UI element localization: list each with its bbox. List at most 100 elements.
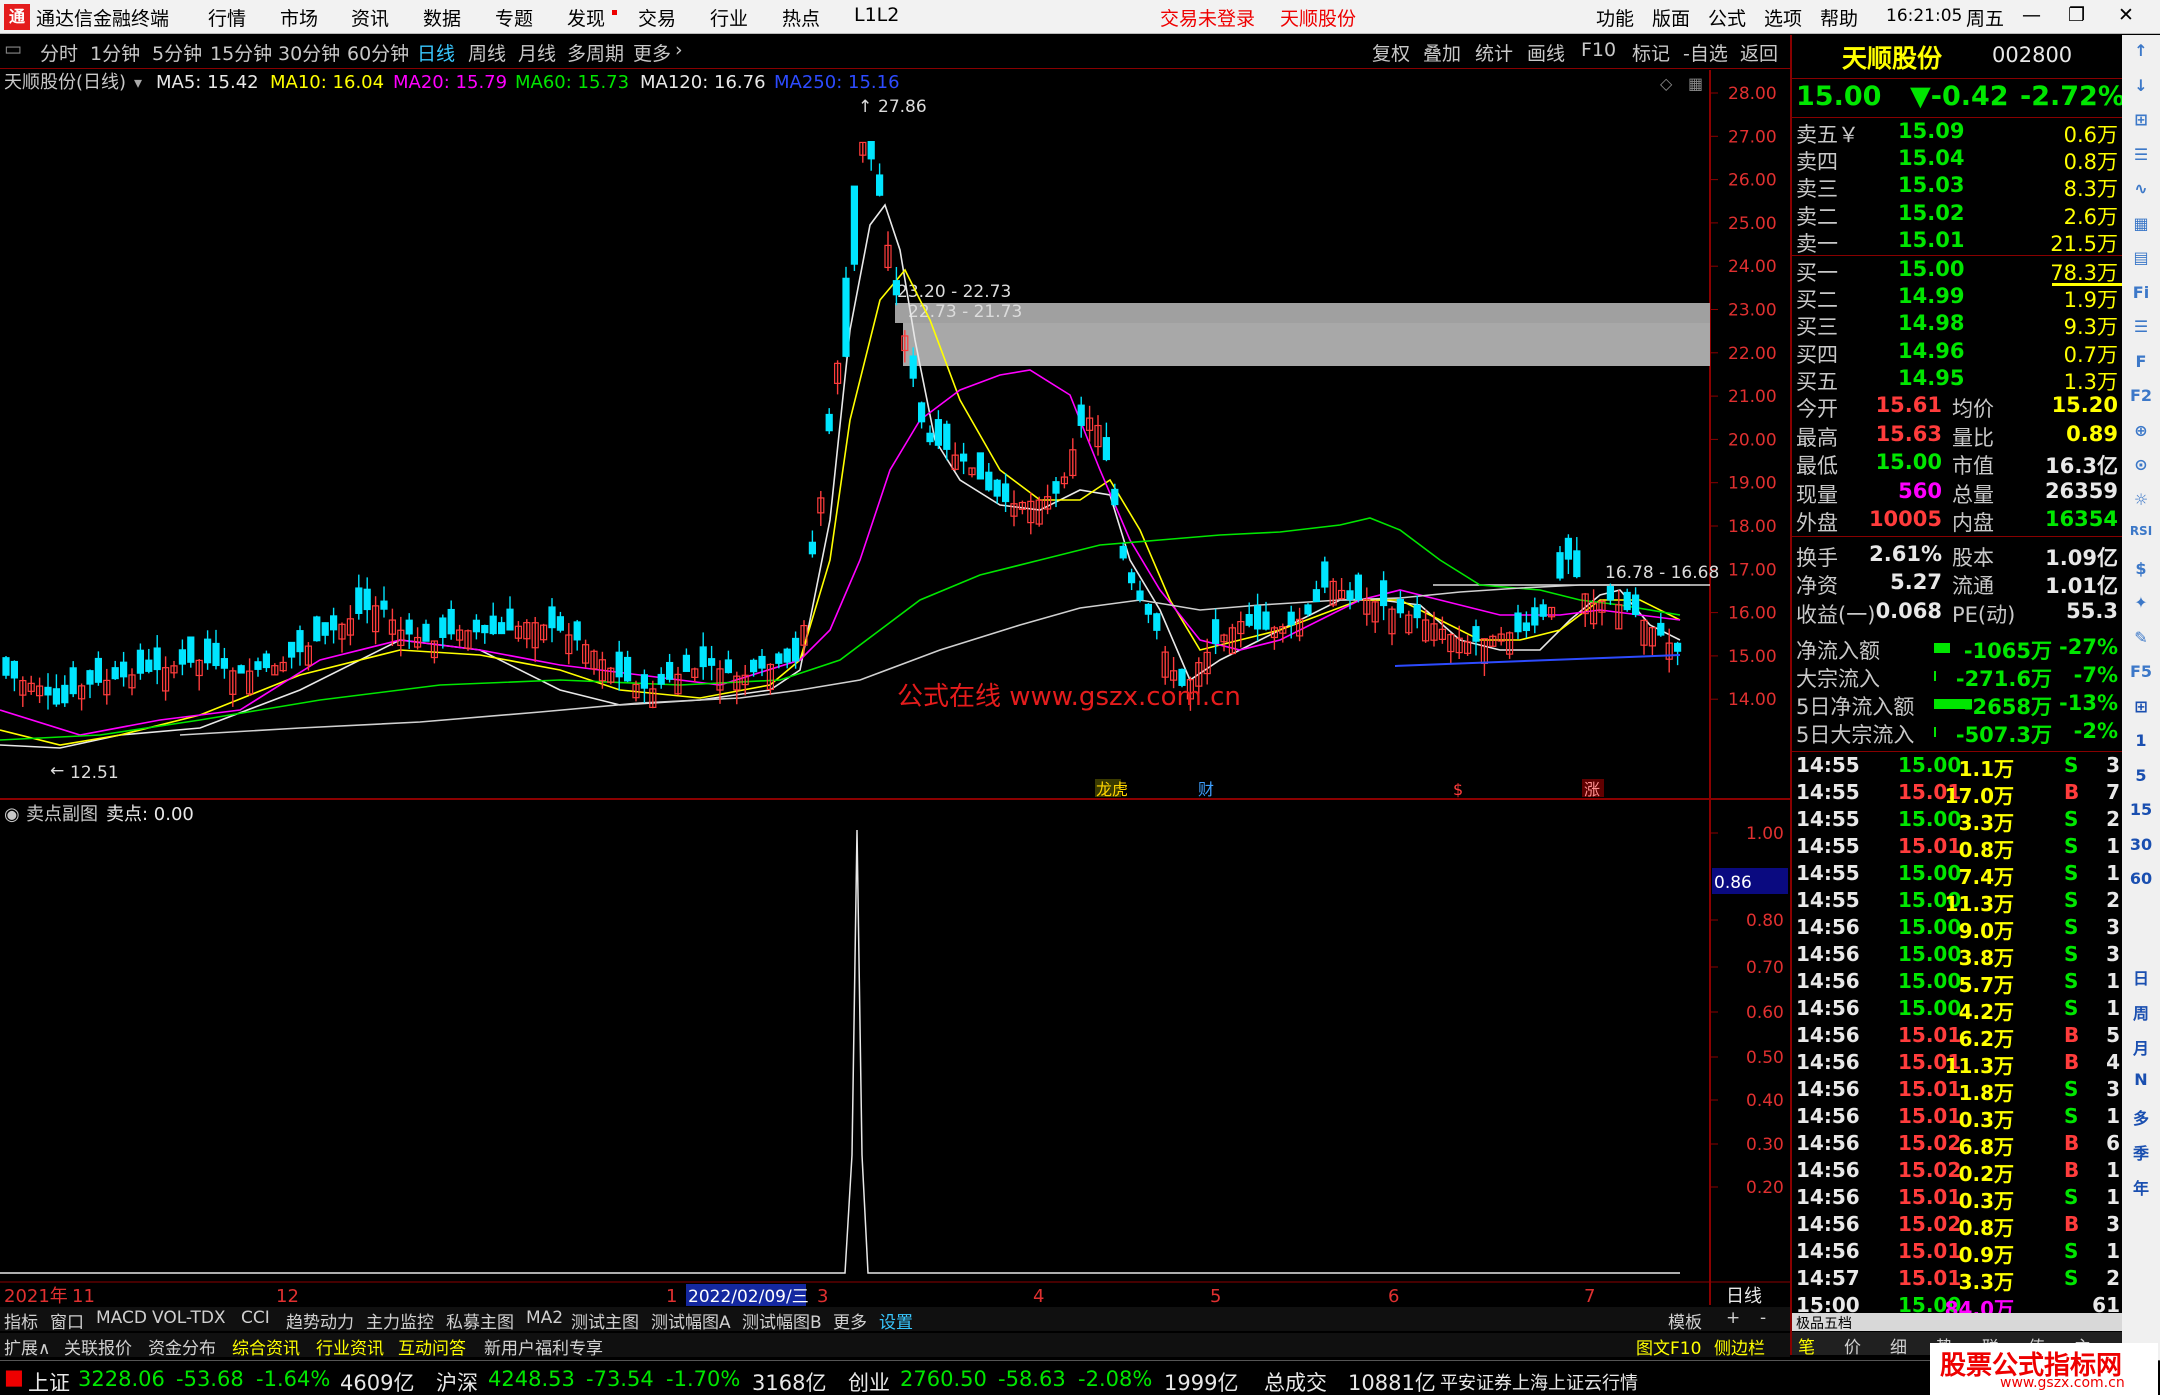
period-tab[interactable]: 60分钟 xyxy=(347,39,409,66)
side-icon[interactable]: 60 xyxy=(2122,869,2160,888)
indicator-tab[interactable]: VOL-TDX xyxy=(152,1308,226,1328)
side-icon[interactable]: ☼ xyxy=(2122,490,2160,509)
side-icon[interactable]: 周 xyxy=(2122,1000,2160,1024)
side-icon[interactable]: 月 xyxy=(2122,1035,2160,1059)
info-tab[interactable]: 扩展∧ xyxy=(4,1334,50,1359)
side-icon[interactable]: N xyxy=(2122,1070,2160,1089)
menu-item-topics[interactable]: 专题 xyxy=(495,4,533,31)
sh-label[interactable]: 上证 xyxy=(28,1367,70,1395)
side-icon[interactable]: ⊞ xyxy=(2122,697,2160,716)
template-control[interactable]: - xyxy=(1760,1308,1766,1328)
side-icon[interactable]: $ xyxy=(2122,559,2160,578)
orderbook-price[interactable]: 15.03 xyxy=(1898,173,1964,197)
side-icon[interactable]: F xyxy=(2122,352,2160,371)
menu-item-l1l2[interactable]: L1L2 xyxy=(854,4,899,26)
orderbook-price[interactable]: 15.00 xyxy=(1898,257,1964,281)
orderbook-price[interactable]: 14.98 xyxy=(1898,311,1964,335)
indicator-tab[interactable]: 更多 xyxy=(833,1308,867,1333)
indicator-tab[interactable]: 测试幅图A xyxy=(651,1308,731,1333)
menu-item-help[interactable]: 帮助 xyxy=(1820,4,1858,31)
side-icon[interactable]: F2 xyxy=(2122,386,2160,405)
minimize-icon[interactable]: — xyxy=(2022,4,2041,26)
cy-label[interactable]: 创业 xyxy=(848,1367,890,1395)
template-control[interactable]: 模板 xyxy=(1668,1308,1702,1333)
quote-tab[interactable]: 价 xyxy=(1844,1333,1861,1358)
info-tab[interactable]: 行业资讯 xyxy=(316,1334,384,1359)
period-tab[interactable]: 1分钟 xyxy=(90,39,140,66)
indicator-tab[interactable]: 设置 xyxy=(879,1308,913,1333)
indicator-tab[interactable]: 窗口 xyxy=(50,1308,84,1333)
info-tab[interactable]: 关联报价 xyxy=(64,1334,132,1359)
side-icon[interactable]: ✎ xyxy=(2122,628,2160,647)
watchlist-button[interactable]: -自选 xyxy=(1683,39,1728,66)
login-status[interactable]: 交易未登录 xyxy=(1160,4,1255,31)
period-tab[interactable]: 月线 xyxy=(518,39,556,66)
period-tab[interactable]: 5分钟 xyxy=(152,39,202,66)
side-icon[interactable]: F5 xyxy=(2122,662,2160,681)
side-icon[interactable]: 30 xyxy=(2122,835,2160,854)
indicator-tab[interactable]: 私募主图 xyxy=(446,1308,514,1333)
side-icon[interactable]: ▤ xyxy=(2122,248,2160,267)
info-tab[interactable]: 互动问答 xyxy=(398,1334,466,1359)
period-tab[interactable]: 分时 xyxy=(40,39,78,66)
f10-button[interactable]: F10 xyxy=(1581,39,1616,61)
side-icon[interactable]: 5 xyxy=(2122,766,2160,785)
menu-item-function[interactable]: 功能 xyxy=(1596,4,1634,31)
mark-button[interactable]: 标记 xyxy=(1632,39,1670,66)
indicator-tab[interactable]: MACD xyxy=(96,1308,147,1328)
indicator-tab[interactable]: 测试幅图B xyxy=(742,1308,822,1333)
info-tab[interactable]: 新用户福利专享 xyxy=(484,1334,603,1359)
info-tab-right[interactable]: 侧边栏 xyxy=(1714,1334,1765,1359)
orderbook-price[interactable]: 15.04 xyxy=(1898,146,1964,170)
menu-item-discover[interactable]: 发现 xyxy=(567,4,605,31)
side-icon[interactable]: ⊞ xyxy=(2122,110,2160,129)
chevron-right-icon[interactable]: › xyxy=(675,39,683,61)
draw-button[interactable]: 画线 xyxy=(1527,39,1565,66)
event-mark-finance[interactable]: 财 xyxy=(1198,780,1214,799)
indicator-tab[interactable]: 趋势动力 xyxy=(286,1308,354,1333)
side-icon[interactable]: RSI xyxy=(2122,524,2160,538)
side-icon[interactable]: ⊕ xyxy=(2122,421,2160,440)
indicator-tab[interactable]: 测试主图 xyxy=(571,1308,639,1333)
grid-icon[interactable]: ▦ xyxy=(1688,74,1703,93)
side-icon[interactable]: ☰ xyxy=(2122,145,2160,164)
close-icon[interactable]: ✕ xyxy=(2118,4,2134,26)
side-icon[interactable]: 15 xyxy=(2122,800,2160,819)
template-control[interactable]: + xyxy=(1726,1308,1740,1328)
overlay-button[interactable]: 叠加 xyxy=(1423,39,1461,66)
menu-item-formula[interactable]: 公式 xyxy=(1708,4,1746,31)
side-icon[interactable]: 日 xyxy=(2122,965,2160,989)
menu-item-layout[interactable]: 版面 xyxy=(1652,4,1690,31)
sub-dropdown-icon[interactable]: ◉ xyxy=(4,804,20,825)
side-icon[interactable]: ∿ xyxy=(2122,179,2160,198)
menu-item-market[interactable]: 市场 xyxy=(280,4,318,31)
event-mark-longhu[interactable]: 龙虎 xyxy=(1096,780,1128,799)
side-icon[interactable]: 年 xyxy=(2122,1175,2160,1199)
period-tab[interactable]: 多周期 xyxy=(567,39,624,66)
quote-tab[interactable]: 细 xyxy=(1890,1333,1907,1358)
event-mark-limitup[interactable]: 涨 xyxy=(1584,780,1600,799)
side-icon[interactable]: 1 xyxy=(2122,731,2160,750)
period-tab[interactable]: 周线 xyxy=(468,39,506,66)
stats-button[interactable]: 统计 xyxy=(1475,39,1513,66)
orderbook-price[interactable]: 14.95 xyxy=(1898,366,1964,390)
menu-item-hot[interactable]: 热点 xyxy=(782,4,820,31)
indicator-tab[interactable]: 指标 xyxy=(4,1308,38,1333)
orderbook-price[interactable]: 15.09 xyxy=(1898,119,1964,143)
back-button[interactable]: 返回 xyxy=(1740,39,1778,66)
info-tab[interactable]: 综合资讯 xyxy=(232,1334,300,1359)
orderbook-price[interactable]: 15.01 xyxy=(1898,228,1964,252)
indicator-tab[interactable]: 主力监控 xyxy=(366,1308,434,1333)
side-icon[interactable]: ↓ xyxy=(2122,76,2160,95)
hs-label[interactable]: 沪深 xyxy=(436,1367,478,1395)
side-icon[interactable]: ⊙ xyxy=(2122,455,2160,474)
info-tab[interactable]: 资金分布 xyxy=(148,1334,216,1359)
mini-toolbar-label[interactable]: 极品五档 xyxy=(1796,1313,1852,1333)
panel-toggle-icon[interactable]: ▭ xyxy=(4,38,22,60)
menu-item-options[interactable]: 选项 xyxy=(1764,4,1802,31)
side-icon[interactable]: 季 xyxy=(2122,1140,2160,1164)
side-icon[interactable]: ▦ xyxy=(2122,214,2160,233)
side-icon[interactable]: ✦ xyxy=(2122,593,2160,612)
restore-icon[interactable]: ❐ xyxy=(2068,4,2085,26)
adjust-button[interactable]: 复权 xyxy=(1372,39,1410,66)
